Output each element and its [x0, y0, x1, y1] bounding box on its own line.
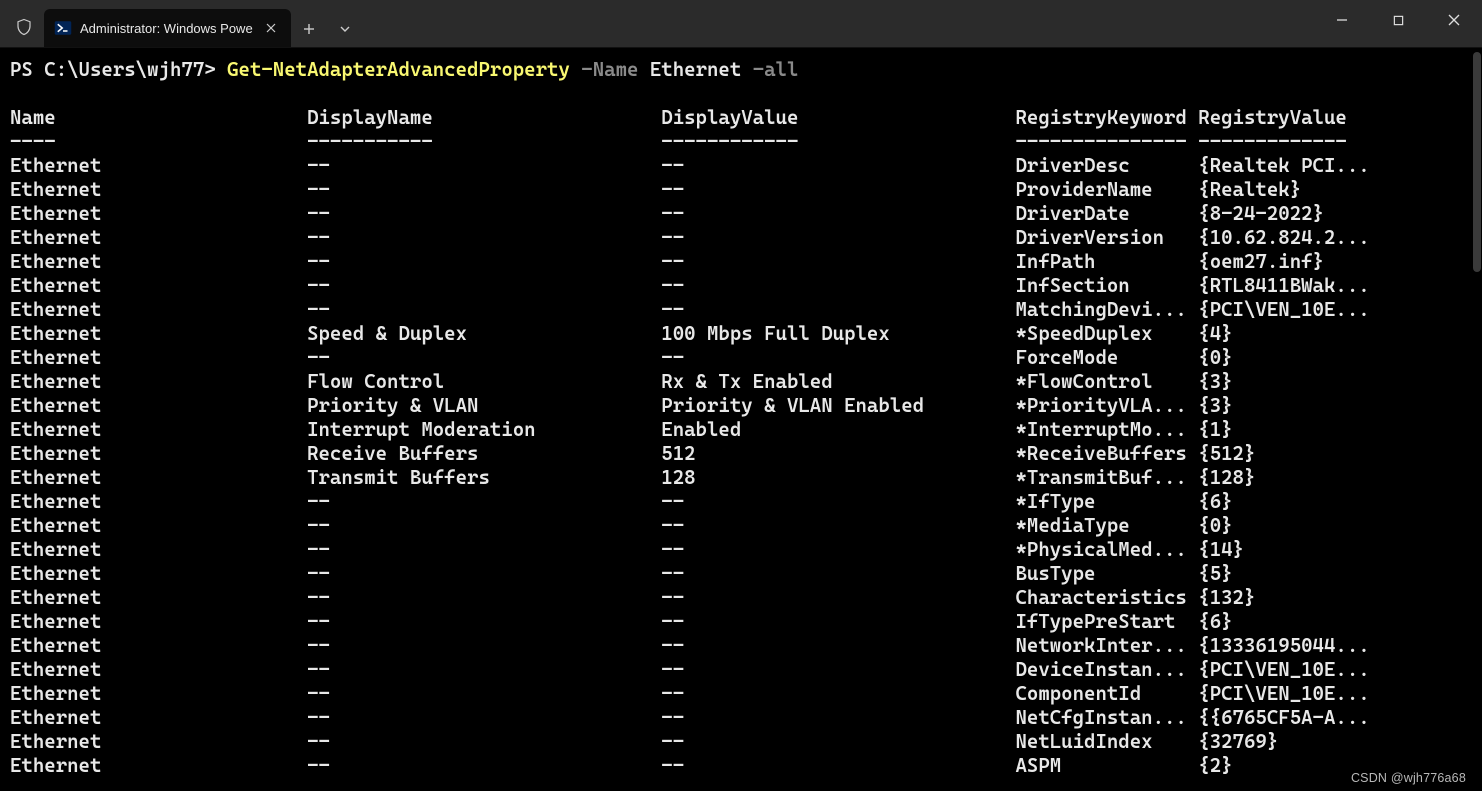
tab-close-button[interactable] — [261, 18, 281, 38]
terminal-output[interactable]: PS C:\Users\wjh77> Get-NetAdapterAdvance… — [0, 48, 1482, 778]
window-controls — [1314, 0, 1482, 40]
powershell-icon — [54, 19, 72, 37]
maximize-button[interactable] — [1370, 0, 1426, 40]
close-window-button[interactable] — [1426, 0, 1482, 40]
tab-dropdown-button[interactable] — [327, 11, 363, 47]
new-tab-button[interactable] — [291, 11, 327, 47]
active-tab[interactable]: Administrator: Windows Powe — [44, 9, 291, 47]
shield-icon — [6, 7, 42, 47]
watermark: CSDN @wjh776a68 — [1351, 771, 1466, 785]
scrollbar[interactable] — [1472, 48, 1482, 791]
minimize-button[interactable] — [1314, 0, 1370, 40]
tab-title: Administrator: Windows Powe — [80, 21, 253, 36]
scroll-thumb[interactable] — [1473, 52, 1481, 272]
title-bar: Administrator: Windows Powe — [0, 0, 1482, 48]
